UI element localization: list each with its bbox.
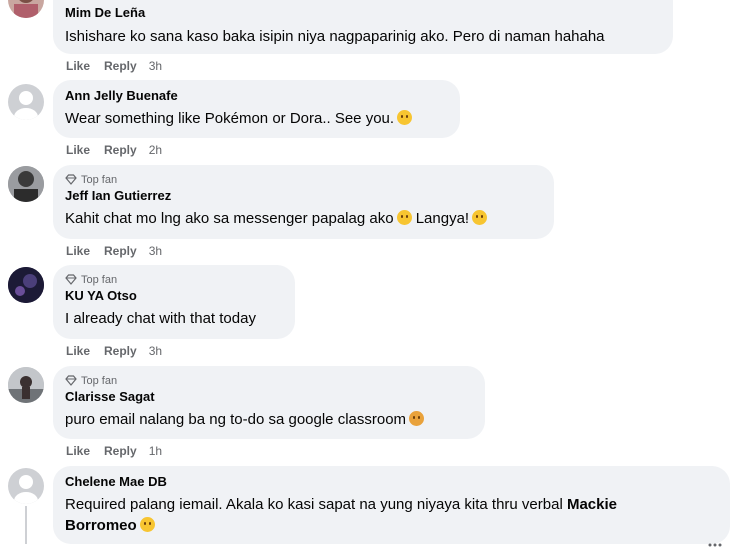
like-button[interactable]: Like [66,344,90,358]
like-button[interactable]: Like [66,59,90,73]
comment-timestamp[interactable]: 3h [149,244,162,258]
mention-link[interactable]: Mackie [567,496,617,513]
avatar[interactable] [8,166,44,202]
comment-timestamp[interactable]: 1h [149,444,162,458]
comment-text-body: puro email nalang ba ng to-do sa google … [65,411,407,428]
comment-text: Kahit chat mo lng ako sa messenger papal… [65,208,542,229]
comment-text: puro email nalang ba ng to-do sa google … [65,409,473,430]
comment-author[interactable]: Clarisse Sagat [65,388,473,406]
comment-author[interactable]: KU YA Otso [65,287,283,305]
top-fan-label: Top fan [81,173,118,186]
laughing-emoji-icon [472,210,488,225]
reply-button[interactable]: Reply [104,59,137,73]
avatar[interactable] [8,267,44,303]
reply-thread-line [25,506,27,544]
avatar[interactable] [8,468,44,504]
comment-author[interactable]: Ann Jelly Buenafe [65,87,448,105]
smiling-emoji-icon [139,517,155,532]
diamond-icon [65,375,77,386]
person-facepalming-emoji-icon [409,411,425,426]
comment-actions: Like Reply 1h [66,444,176,458]
comment-text: Ishishare ko sana kaso baka isipin niya … [65,28,605,45]
reply-button[interactable]: Reply [104,143,137,157]
top-fan-badge: Top fan [65,373,473,388]
reply-button[interactable]: Reply [104,344,137,358]
like-button[interactable]: Like [66,444,90,458]
comment-actions: Like Reply 3h [66,344,176,358]
comment-text-tail: Langya! [415,210,470,227]
comment-text-body: Required palang iemail. Akala ko kasi sa… [65,496,563,513]
comment-timestamp[interactable]: 2h [149,143,162,157]
top-fan-label: Top fan [81,374,118,387]
comment-bubble: Top fan Clarisse Sagat puro email nalang… [53,366,485,439]
comment-text: Required palang iemail. Akala ko kasi sa… [65,494,715,536]
reply-button[interactable]: Reply [104,244,137,258]
comment-bubble: Top fan KU YA Otso I already chat with t… [53,265,295,339]
comment-timestamp[interactable]: 3h [149,59,162,73]
comment-bubble: Mim De Leña Ishishare ko sana kaso baka … [53,0,673,54]
avatar[interactable] [8,0,44,18]
top-fan-label: Top fan [81,273,118,286]
comment-text-body: Kahit chat mo lng ako sa messenger papal… [65,210,394,227]
more-options-icon[interactable] [708,536,722,547]
comment-timestamp[interactable]: 3h [149,344,162,358]
comment-actions: Like Reply 2h [66,143,176,157]
top-fan-badge: Top fan [65,172,542,187]
comment-text: Wear something like Pokémon or Dora.. Se… [65,108,448,129]
comment-actions: Like Reply 3h [66,244,176,258]
comment-text: I already chat with that today [65,310,256,327]
comment-author[interactable]: Mim De Leña [65,4,661,22]
top-fan-badge: Top fan [65,272,283,287]
comment-bubble: Ann Jelly Buenafe Wear something like Po… [53,80,460,138]
blushing-emoji-icon [397,110,413,125]
grin-emoji-icon [396,210,412,225]
comment-text-body: Wear something like Pokémon or Dora.. Se… [65,110,395,127]
diamond-icon [65,174,77,185]
comment-bubble: Top fan Jeff Ian Gutierrez Kahit chat mo… [53,165,554,239]
comment-author[interactable]: Jeff Ian Gutierrez [65,187,542,205]
like-button[interactable]: Like [66,143,90,157]
diamond-icon [65,274,77,285]
mention-link-continued[interactable]: Borromeo [65,517,137,534]
comment-author[interactable]: Chelene Mae DB [65,473,718,491]
reply-button[interactable]: Reply [104,444,137,458]
comment-bubble: Chelene Mae DB Required palang iemail. A… [53,466,730,544]
avatar[interactable] [8,84,44,120]
comment-actions: Like Reply 3h [66,59,176,73]
avatar[interactable] [8,367,44,403]
like-button[interactable]: Like [66,244,90,258]
